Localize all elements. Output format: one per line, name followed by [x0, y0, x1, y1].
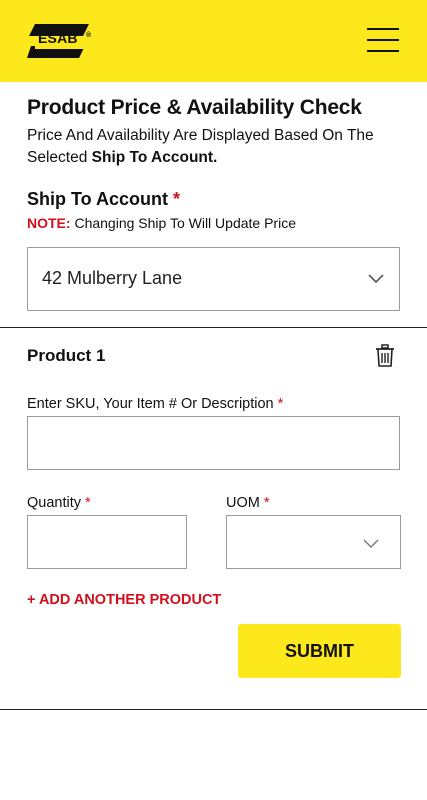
top-header: ESAB ® [0, 0, 427, 82]
ship-to-select[interactable]: 42 Mulberry Lane [27, 247, 400, 311]
ship-to-label-text: Ship To Account [27, 189, 168, 209]
required-asterisk: * [85, 495, 91, 511]
chevron-down-icon [363, 539, 379, 548]
uom-label: UOM * [226, 495, 270, 511]
hamburger-menu-icon[interactable] [367, 26, 401, 54]
note-text: Changing Ship To Will Update Price [74, 215, 296, 231]
ship-to-label: Ship To Account * [27, 189, 180, 210]
page-description: Price And Availability Are Displayed Bas… [27, 125, 407, 169]
add-another-product-link[interactable]: + ADD ANOTHER PRODUCT [27, 592, 221, 608]
quantity-label: Quantity * [27, 495, 91, 511]
submit-button[interactable]: SUBMIT [238, 624, 401, 678]
esab-logo[interactable]: ESAB ® [27, 24, 91, 60]
trash-icon[interactable] [374, 344, 396, 368]
note-label: NOTE: [27, 215, 71, 231]
logo-wordmark: ESAB [38, 30, 78, 46]
quantity-input[interactable] [27, 515, 187, 569]
required-asterisk: * [277, 396, 284, 412]
uom-label-text: UOM [226, 495, 260, 511]
sku-label: Enter SKU, Your Item # Or Description * [27, 396, 283, 412]
required-asterisk: * [173, 189, 181, 209]
logo-registered-mark: ® [86, 32, 92, 39]
page-title: Product Price & Availability Check [27, 96, 362, 119]
chevron-down-icon [368, 274, 384, 284]
quantity-label-text: Quantity [27, 495, 81, 511]
uom-select[interactable] [226, 515, 401, 569]
section-divider-top [0, 327, 427, 328]
description-bold-text: Ship To Account. [91, 149, 218, 166]
sku-label-text: Enter SKU, Your Item # Or Description [27, 396, 274, 412]
ship-to-note: NOTE: Changing Ship To Will Update Price [27, 215, 296, 231]
section-divider-bottom [0, 709, 427, 710]
required-asterisk: * [263, 495, 270, 511]
sku-input[interactable] [27, 416, 400, 470]
ship-to-selected-value: 42 Mulberry Lane [42, 268, 183, 288]
product-title: Product 1 [27, 346, 106, 365]
